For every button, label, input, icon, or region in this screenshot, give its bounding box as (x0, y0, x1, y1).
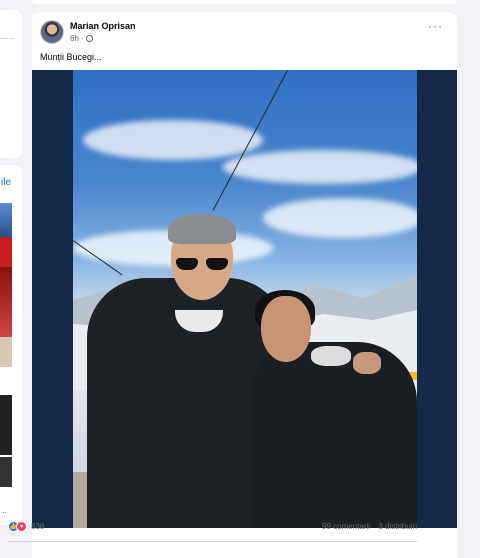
avatar[interactable] (40, 20, 64, 44)
post-footer: 👍 ♥ 838 99 comentarii 3 distribuiri (8, 521, 417, 535)
post-meta: 6h · (70, 34, 93, 43)
hand (353, 352, 381, 374)
cloud (223, 150, 417, 184)
cloud (83, 120, 263, 160)
story-thumbnail[interactable] (0, 395, 12, 455)
love-icon: ♥ (16, 521, 27, 532)
scarf (311, 346, 351, 366)
hair (168, 214, 236, 244)
left-sidebar-stories-card: ile .. (0, 165, 22, 525)
sidebar-more[interactable]: .. (2, 505, 7, 515)
left-sidebar-card (0, 10, 22, 158)
reaction-summary[interactable]: 👍 ♥ 838 (8, 521, 44, 532)
post-author[interactable]: Marian Oprisan (70, 21, 136, 31)
post-photo[interactable] (32, 70, 457, 528)
photo-image (73, 70, 417, 528)
person-woman (253, 342, 417, 528)
story-thumbnail[interactable] (0, 203, 12, 237)
story-thumbnail[interactable] (0, 457, 12, 487)
engagement-counts: 99 comentarii 3 distribuiri (322, 522, 417, 531)
story-thumbnail[interactable] (0, 237, 12, 267)
reaction-count: 838 (31, 522, 45, 531)
globe-icon[interactable] (85, 35, 93, 42)
post-caption: Munții Bucegi... (40, 52, 102, 62)
face (261, 296, 311, 362)
story-thumbnail[interactable] (0, 337, 12, 367)
divider (8, 541, 417, 542)
sunglasses (176, 258, 230, 270)
feed-post: Marian Oprisan 6h · ··· Munții Bucegi... (32, 12, 457, 558)
comments-count[interactable]: 99 comentarii (322, 522, 370, 531)
cloud (263, 198, 417, 238)
previous-post-edge (32, 0, 457, 4)
story-thumbnail[interactable] (0, 267, 12, 337)
sidebar-link[interactable]: ile (1, 177, 11, 188)
more-options-icon[interactable]: ··· (428, 20, 443, 32)
divider (0, 38, 14, 39)
post-time[interactable]: 6h (70, 34, 79, 43)
shares-count[interactable]: 3 distribuiri (378, 522, 417, 531)
